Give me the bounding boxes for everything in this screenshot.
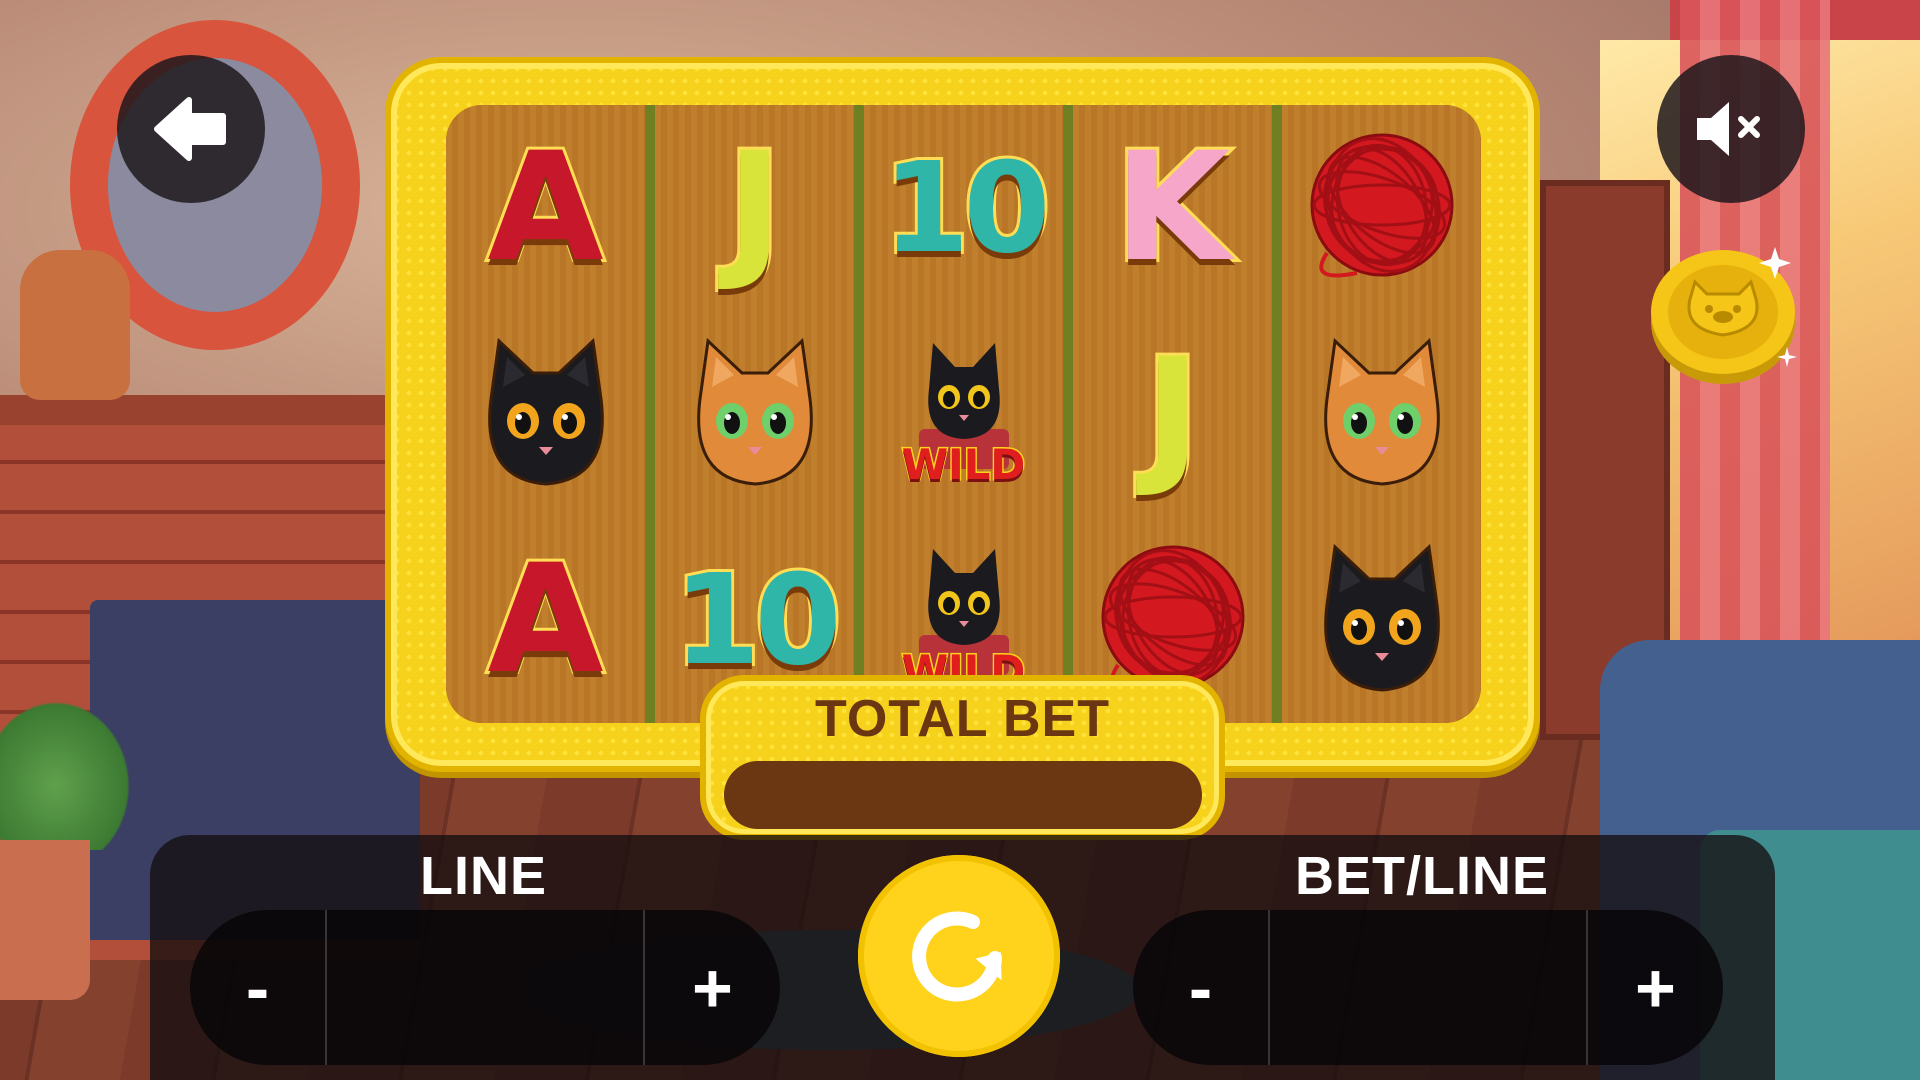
wild-label: WILD (900, 439, 1027, 491)
reels-area: A A J 10 10 WILD WILD K J (446, 105, 1481, 723)
line-decrease-button[interactable]: - (190, 910, 325, 1065)
bet-line-stepper: - + (1133, 910, 1723, 1065)
symbol-text: J (724, 121, 786, 295)
coin-button[interactable] (1645, 237, 1805, 387)
plant-pot (0, 840, 90, 1000)
line-label: LINE (420, 846, 548, 906)
reel-5 (1272, 105, 1481, 723)
back-arrow-icon (154, 97, 226, 161)
spin-button[interactable] (858, 855, 1060, 1057)
black-cat-symbol-icon (1297, 535, 1467, 705)
symbol-text: 10 (671, 547, 845, 693)
bet-line-increase-button[interactable]: + (1588, 910, 1723, 1065)
yarn-ball-symbol-icon (1297, 123, 1467, 293)
bet-line-decrease-button[interactable]: - (1133, 910, 1268, 1065)
symbol-letter: 10 (879, 123, 1054, 293)
line-value (325, 910, 645, 1065)
bet-line-label: BET/LINE (1295, 846, 1550, 906)
back-button[interactable] (117, 55, 265, 203)
total-bet-panel: TOTAL BET (700, 675, 1225, 840)
symbol-letter: J (670, 123, 840, 293)
orange-cat-symbol-icon (1297, 329, 1467, 499)
symbol-letter: A (461, 123, 631, 293)
symbol-text: K (1111, 121, 1233, 295)
orange-cat-symbol-icon (670, 329, 840, 499)
symbol-text: 10 (880, 135, 1054, 281)
total-bet-value (724, 761, 1202, 829)
bet-line-value (1268, 910, 1588, 1065)
wild-symbol: WILD (879, 329, 1049, 499)
speaker-muted-icon (1697, 102, 1760, 156)
symbol-text: A (484, 533, 606, 707)
total-bet-label: TOTAL BET (815, 690, 1110, 748)
line-stepper: - + (190, 910, 780, 1065)
symbol-letter: J (1088, 329, 1258, 499)
reel-1: AA (446, 105, 645, 723)
reel-3: 10 WILD WILD (854, 105, 1063, 723)
symbol-letter: K (1088, 123, 1258, 293)
cat-figurine (20, 250, 130, 400)
cat-coin-icon (1651, 247, 1797, 384)
reel-2: J 10 (645, 105, 854, 723)
slot-machine: A A J 10 10 WILD WILD K J (385, 57, 1540, 772)
reel-4: KJ (1063, 105, 1272, 723)
mute-button[interactable] (1657, 55, 1805, 203)
symbol-text: A (484, 121, 606, 295)
symbol-letter: A (461, 535, 631, 705)
line-increase-button[interactable]: + (645, 910, 780, 1065)
black-cat-symbol-icon (461, 329, 631, 499)
potted-plant (0, 690, 140, 850)
symbol-text: J (1142, 327, 1204, 501)
spin-arrow-icon (912, 911, 1002, 1002)
